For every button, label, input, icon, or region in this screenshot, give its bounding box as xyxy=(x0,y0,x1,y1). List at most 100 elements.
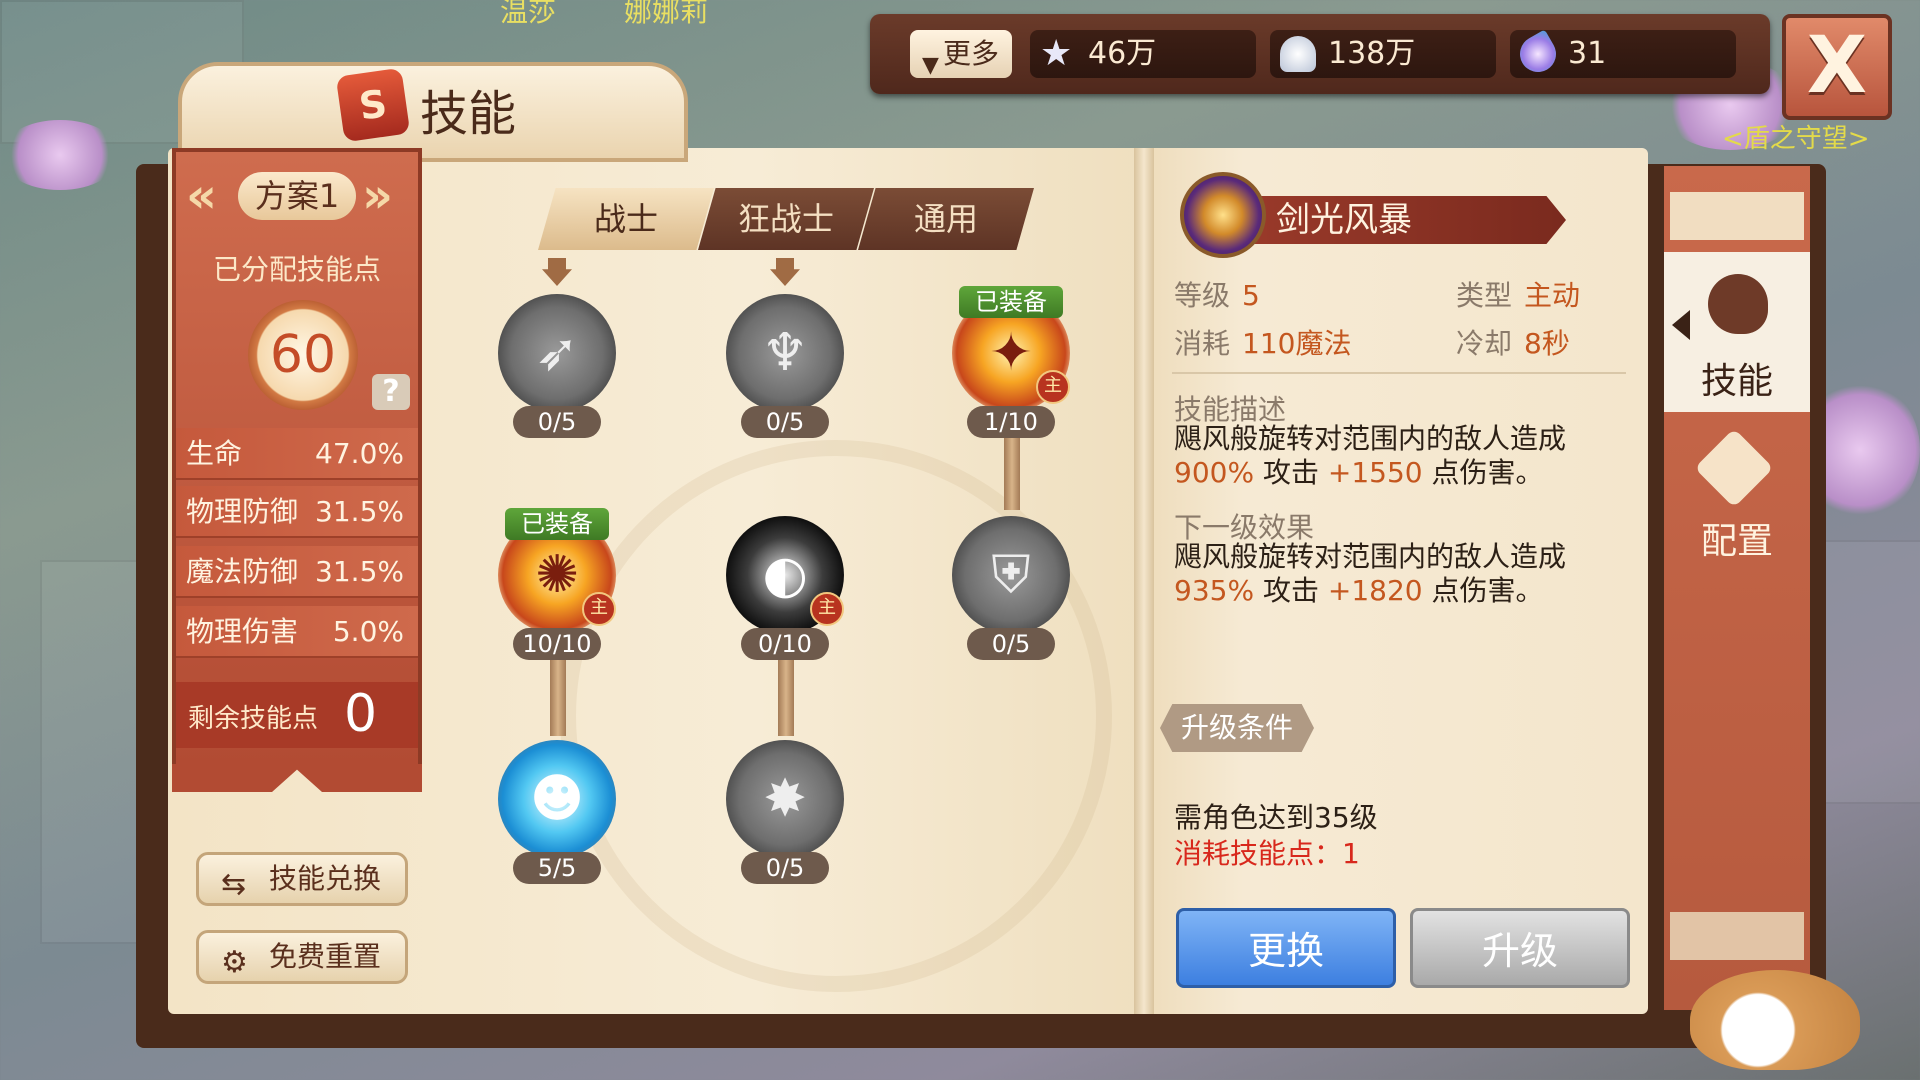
tab-general[interactable]: 通用 xyxy=(858,188,1034,250)
skill-cooldown-field: 冷却 8秒 xyxy=(1456,322,1570,362)
bat-wings-icon: ♆ xyxy=(761,323,809,383)
stat-label: 生命 xyxy=(186,437,243,470)
class-tabs: 战士 狂战士 通用 xyxy=(538,188,1034,250)
npc-name-label: 娜娜莉 xyxy=(624,0,709,28)
more-label: 更多 xyxy=(942,37,999,70)
slash-skill-icon: ➶ xyxy=(535,323,579,383)
sword-storm-skill-icon xyxy=(1180,172,1266,258)
main-skill-badge: 主 xyxy=(582,592,616,626)
skill-node-shield-up[interactable]: ⛨ xyxy=(952,516,1070,634)
equipped-tag: 已装备 xyxy=(959,286,1063,318)
plan-name: 方案1 xyxy=(238,172,356,220)
remaining-points-value: 0 xyxy=(344,684,378,744)
type-value: 主动 xyxy=(1524,279,1581,312)
chevron-down-icon: ▼ xyxy=(922,53,939,78)
rail-ornament xyxy=(1670,192,1804,240)
skill-type-field: 类型 主动 xyxy=(1456,274,1580,314)
stat-value: 31.5% xyxy=(315,555,404,588)
close-button[interactable]: X xyxy=(1782,14,1892,120)
desc-text: 点伤害。 xyxy=(1431,456,1544,489)
skill-book-icon: S xyxy=(335,67,411,143)
skill-exchange-label: 技能兑换 xyxy=(269,862,382,895)
npc-name-label: 温莎 xyxy=(500,0,557,28)
stat-value: 5.0% xyxy=(332,615,404,648)
skill-level: 0/5 xyxy=(741,406,829,438)
remaining-points-label: 剩余技能点 xyxy=(188,704,319,734)
desc-bonus: +1820 xyxy=(1327,574,1423,607)
level-value: 5 xyxy=(1242,279,1260,312)
stat-row-magic-def: 魔法防御 31.5% xyxy=(176,546,418,598)
stat-label: 物理防御 xyxy=(186,495,299,528)
skill-level: 0/5 xyxy=(967,628,1055,660)
cooldown-value: 8秒 xyxy=(1524,327,1570,360)
stat-row-phys-def: 物理防御 31.5% xyxy=(176,486,418,538)
plan-panel: « 方案1 » 已分配技能点 60 ? 生命 47.0% 物理防御 31.5% … xyxy=(172,148,422,768)
cost-value: 110魔法 xyxy=(1242,327,1352,360)
equipped-tag: 已装备 xyxy=(505,508,609,540)
guild-name-label: <盾之守望> xyxy=(1722,124,1870,154)
swap-button[interactable]: 更换 xyxy=(1176,908,1396,988)
skill-exchange-button[interactable]: ⇆ 技能兑换 xyxy=(196,852,408,906)
more-button[interactable]: ▼ 更多 xyxy=(910,30,1012,78)
next-level-description: 飓风般旋转对范围内的敌人造成 935% 攻击 +1820 点伤害。 xyxy=(1174,540,1594,608)
chevron-right-icon[interactable]: » xyxy=(362,168,393,224)
star-icon: ★ xyxy=(1040,33,1073,74)
desc-text: 飓风般旋转对范围内的敌人造成 xyxy=(1174,540,1567,573)
stat-label: 物理伤害 xyxy=(186,615,299,648)
tab-warrior[interactable]: 战士 xyxy=(538,188,714,250)
gear-icon: ⚙ xyxy=(221,945,248,980)
book-spine xyxy=(1134,148,1154,1014)
skill-node-whirlwind[interactable]: ✸ xyxy=(726,740,844,858)
upgrade-button[interactable]: 升级 xyxy=(1410,908,1630,988)
star-currency: ★ 46万 xyxy=(1030,30,1256,78)
skill-level-field: 等级 5 xyxy=(1174,274,1260,314)
desc-percent: 900% xyxy=(1174,456,1255,489)
remaining-points-row: 剩余技能点 0 xyxy=(176,682,418,748)
side-tab-config[interactable]: 配置 xyxy=(1664,512,1810,564)
tree-connector xyxy=(1004,430,1020,510)
skill-name: 剑光风暴 xyxy=(1276,200,1412,240)
free-reset-label: 免费重置 xyxy=(269,940,382,973)
cooldown-label: 冷却 xyxy=(1456,327,1513,360)
shield-up-icon: ⛨ xyxy=(991,545,1031,605)
skill-level: 0/5 xyxy=(513,406,601,438)
main-skill-badge: 主 xyxy=(810,592,844,626)
desc-text: 点伤害。 xyxy=(1431,574,1544,607)
plan-selector: « 方案1 » xyxy=(176,166,418,226)
scene-flower xyxy=(0,120,120,190)
star-amount: 46万 xyxy=(1088,36,1157,71)
skill-level: 1/10 xyxy=(967,406,1055,438)
skill-node-blue-flame[interactable]: ☻ xyxy=(498,740,616,858)
stat-row-hp: 生命 47.0% xyxy=(176,428,418,480)
tree-connector xyxy=(550,656,566,736)
side-tab-skill-label: 技能 xyxy=(1700,361,1773,402)
desc-text: 飓风般旋转对范围内的敌人造成 xyxy=(1174,422,1567,455)
skill-description: 飓风般旋转对范围内的敌人造成 900% 攻击 +1550 点伤害。 xyxy=(1174,422,1594,490)
crystal-icon xyxy=(1513,29,1563,79)
whirlwind-icon: ✸ xyxy=(763,769,807,829)
level-label: 等级 xyxy=(1174,279,1231,312)
tab-berserker[interactable]: 狂战士 xyxy=(698,188,874,250)
divider xyxy=(1172,372,1626,374)
skill-level: 0/10 xyxy=(741,628,829,660)
level-requirement: 需角色达到35级 xyxy=(1174,801,1378,834)
hamster-mascot[interactable] xyxy=(1690,970,1860,1070)
skill-level: 10/10 xyxy=(513,628,601,660)
free-reset-button[interactable]: ⚙ 免费重置 xyxy=(196,930,408,984)
upgrade-condition-tag: 升级条件 xyxy=(1160,704,1314,752)
point-cost-requirement: 消耗技能点：1 xyxy=(1174,837,1360,870)
help-icon[interactable]: ? xyxy=(372,374,410,410)
shell-icon xyxy=(1280,36,1316,72)
blue-flame-face-icon: ☻ xyxy=(529,769,585,829)
tree-connector xyxy=(778,656,794,736)
shell-amount: 138万 xyxy=(1328,36,1416,71)
desc-percent: 935% xyxy=(1174,574,1255,607)
allocated-points-value: 60 xyxy=(248,300,358,410)
chevron-left-icon[interactable]: « xyxy=(186,168,217,224)
stat-value: 47.0% xyxy=(315,437,404,470)
skill-node-slash[interactable]: ➶ xyxy=(498,294,616,412)
type-label: 类型 xyxy=(1456,279,1513,312)
skill-node-bat-wings[interactable]: ♆ xyxy=(726,294,844,412)
shell-currency: 138万 xyxy=(1270,30,1496,78)
stat-row-phys-dmg: 物理伤害 5.0% xyxy=(176,606,418,658)
